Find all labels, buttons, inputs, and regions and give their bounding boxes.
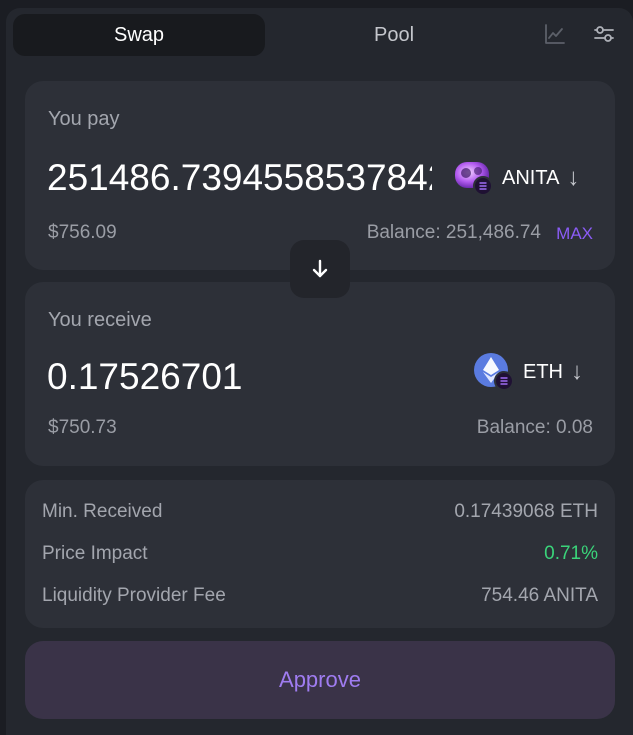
pay-token-select[interactable]: ANITA ↓ (454, 156, 579, 200)
receive-label: You receive (48, 309, 152, 331)
pay-token-name: ANITA (502, 166, 560, 189)
swap-details-card: Min. Received 0.17439068 ETH Price Impac… (25, 480, 615, 628)
tab-swap[interactable]: Swap (13, 14, 265, 56)
max-button[interactable]: MAX (556, 224, 593, 244)
pay-amount-input[interactable] (47, 155, 432, 201)
receive-balance: Balance: 0.08 (476, 417, 593, 438)
sliders-icon[interactable] (592, 22, 616, 46)
min-received-label: Min. Received (42, 501, 163, 522)
arrow-down-icon: ↓ (571, 358, 583, 385)
pay-label: You pay (48, 108, 120, 130)
approve-button[interactable]: Approve (25, 641, 615, 719)
receive-card: You receive ETH ↓ $750.73 Balance: 0.08 (25, 282, 615, 466)
price-impact-value: 0.71% (544, 543, 598, 564)
receive-token-select[interactable]: ETH ↓ (473, 350, 583, 394)
arrow-down-icon (312, 259, 328, 278)
lp-fee-value: 754.46 ANITA (481, 585, 598, 606)
lp-fee-label: Liquidity Provider Fee (42, 585, 226, 606)
tab-pool[interactable]: Pool (268, 14, 520, 56)
receive-amount-input[interactable] (47, 354, 432, 400)
min-received-row: Min. Received 0.17439068 ETH (42, 499, 598, 525)
receive-usd-value: $750.73 (48, 417, 117, 438)
swap-widget: Swap Pool You pay 251486.739455853784210… (6, 8, 633, 735)
min-received-value: 0.17439068 ETH (454, 501, 598, 522)
arrow-down-icon: ↓ (567, 164, 580, 191)
price-impact-row: Price Impact 0.71% (42, 541, 598, 567)
eth-token-icon (474, 353, 514, 391)
pay-balance: Balance: 251,486.74 (366, 222, 541, 243)
pay-usd-value: $756.09 (48, 222, 117, 243)
flip-button[interactable] (290, 240, 350, 298)
lp-fee-row: Liquidity Provider Fee 754.46 ANITA (42, 583, 598, 609)
anita-token-icon (455, 162, 493, 196)
tab-bar: Swap Pool (6, 8, 633, 62)
chart-icon[interactable] (543, 22, 567, 46)
price-impact-label: Price Impact (42, 543, 148, 564)
receive-token-name: ETH (523, 360, 563, 383)
